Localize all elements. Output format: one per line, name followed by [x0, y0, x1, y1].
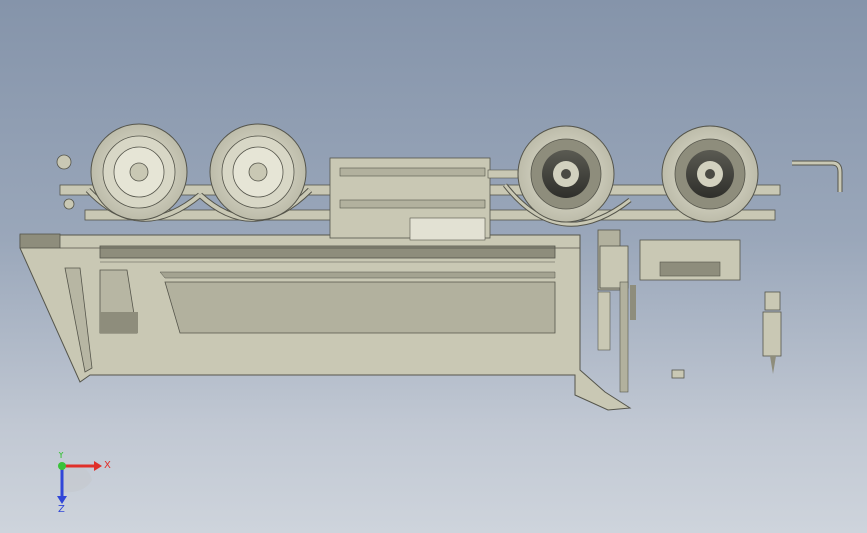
triad-x-label: X [104, 460, 111, 471]
detached-small-part [671, 369, 685, 379]
graphics-viewport[interactable]: X Y Z [0, 0, 867, 533]
triad-y-axis [58, 462, 66, 470]
view-triad: X Y Z [57, 452, 111, 512]
truck-body [19, 233, 632, 411]
tire-front-1 [517, 125, 615, 223]
detached-cylinder [762, 291, 782, 374]
tire-front-2 [661, 125, 759, 223]
triad-z-label: Z [58, 504, 65, 512]
triad-z-arrow [57, 496, 67, 504]
triad-plane [62, 465, 92, 493]
detached-pipe [792, 160, 843, 192]
tire-rear-2 [209, 123, 307, 221]
triad-y-label: Y [57, 452, 65, 461]
triad-x-arrow [94, 461, 102, 471]
tire-rear-1 [90, 123, 188, 221]
